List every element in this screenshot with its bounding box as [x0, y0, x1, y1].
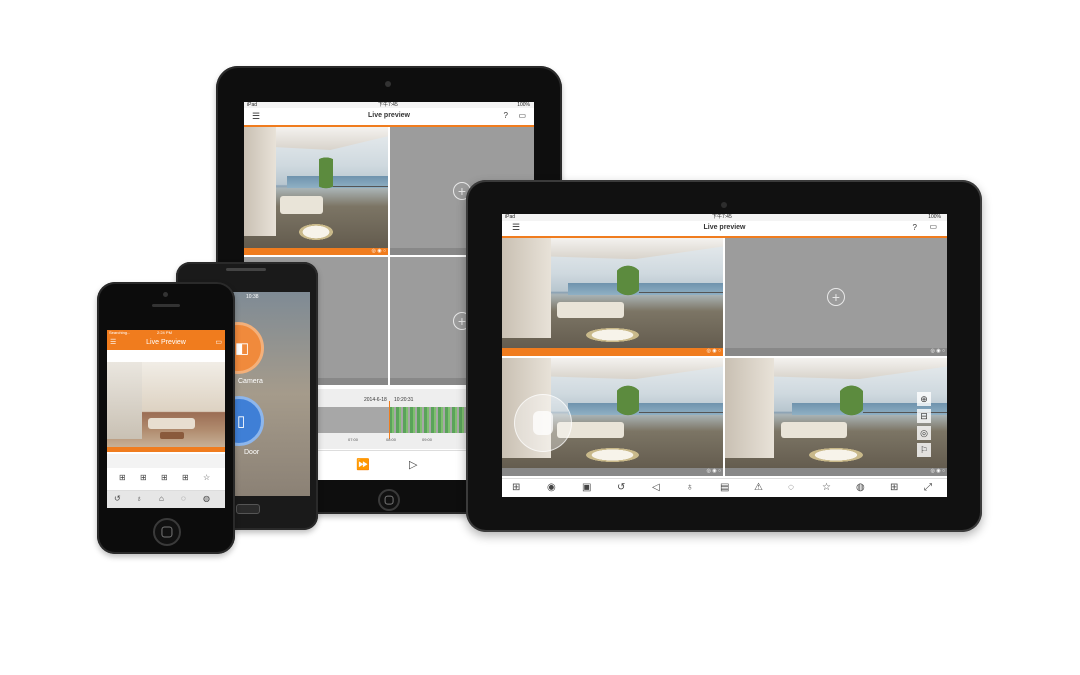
header-bar: ☰ Live preview ? ▭: [244, 108, 534, 127]
favorite-icon[interactable]: ☆: [822, 482, 831, 493]
fullscreen-icon[interactable]: ⤢: [924, 482, 932, 493]
camera-icon: ◧: [235, 340, 250, 357]
tablet-device: iPad 下午7:45 100% ☰ Live preview ? ▭ ◎ ◉ …: [466, 180, 982, 532]
camera-list-icon[interactable]: ▭: [929, 222, 937, 231]
play-icon[interactable]: ▷: [409, 458, 417, 471]
lock-icon[interactable]: ⌂: [159, 494, 164, 503]
joystick-knob[interactable]: [533, 411, 553, 435]
door-label: Door: [244, 449, 260, 456]
iphone-screen: Searching... 2:24 PM ☰ Live Preview ▭ ⊞ …: [107, 330, 225, 508]
video-cell-4[interactable]: ⊕ ⊟ ◎ ⚐ ◎ ◉ ○: [725, 358, 947, 476]
focus-icon[interactable]: ◎: [917, 426, 931, 440]
tick-label: 08:00: [386, 437, 397, 442]
android-screen: 10:38 ◧ Camera ▯ Door: [232, 292, 310, 496]
alarm-icon[interactable]: ⚠: [754, 482, 763, 493]
bottom-toolbar: ⊞ ◉ ▣ ↺ ◁ ♁ ▤ ⚠ ◌ ☆ ◍ ⊞ ⤢: [502, 478, 947, 497]
ptz-side-controls: ⊕ ⊟ ◎ ⚐: [917, 390, 933, 460]
layout-16-icon[interactable]: ⊞: [182, 473, 189, 482]
timeline-date: 2014-6-18: [364, 397, 387, 403]
layout-9-icon[interactable]: ⊞: [161, 473, 168, 482]
picture-icon[interactable]: ▤: [720, 482, 729, 493]
layout-toolbar: ⊞ ⊞ ⊞ ⊞ ☆: [107, 470, 225, 488]
iris-icon[interactable]: ⚐: [917, 443, 931, 457]
ptz-joystick[interactable]: [514, 394, 572, 452]
zoom-out-icon[interactable]: ⊟: [917, 409, 931, 423]
timeline-time: 10:20:31: [394, 397, 414, 403]
playback-icon[interactable]: ↺: [617, 482, 625, 493]
header-bar: ☰ Live preview ? ▭: [502, 221, 947, 238]
add-camera-icon[interactable]: +: [827, 288, 845, 306]
video-cell-3[interactable]: ◎ ◉ ○: [502, 358, 723, 476]
camera-list-icon[interactable]: ▭: [518, 111, 526, 120]
status-bar: iPad 下午7:45 100%: [502, 214, 947, 221]
microphone-icon[interactable]: ♁: [686, 482, 694, 493]
ptz-icon[interactable]: ◌: [788, 482, 794, 493]
help-icon[interactable]: ?: [504, 111, 508, 120]
record-icon[interactable]: ▣: [582, 482, 591, 493]
clock-label: 10:38: [246, 294, 259, 300]
tick-label: 09:00: [422, 437, 433, 442]
video-cell-1[interactable]: ◎ ◉ ○: [244, 127, 388, 255]
door-icon: ▯: [237, 413, 246, 430]
control-toolbar: ↺ ♁ ⌂ ◌ ◍: [107, 490, 225, 508]
carrier-label: iPad: [505, 214, 516, 220]
help-icon[interactable]: ?: [913, 223, 917, 232]
page-title: Live preview: [703, 224, 746, 231]
playback-icon[interactable]: ↺: [114, 494, 121, 503]
page-title: Live Preview: [146, 339, 186, 346]
battery-label: 100%: [928, 214, 941, 220]
iphone-device: Searching... 2:24 PM ☰ Live Preview ▭ ⊞ …: [97, 282, 235, 554]
video-cell-1[interactable]: ◎ ◉ ○: [502, 238, 723, 356]
home-button[interactable]: [153, 518, 181, 546]
door-menu-button[interactable]: ▯: [232, 396, 264, 446]
video-cell-2[interactable]: + ◎ ◉ ○: [725, 238, 947, 356]
layout-icon[interactable]: ⊞: [512, 482, 520, 493]
split-icon[interactable]: ⊞: [890, 482, 898, 493]
layout-1-icon[interactable]: ⊞: [119, 473, 126, 482]
header-bar: ☰ Live Preview ▭: [107, 336, 225, 350]
camera-label: Camera: [238, 378, 263, 385]
star-icon[interactable]: ☆: [203, 473, 210, 482]
ptz-icon[interactable]: ◌: [181, 494, 186, 503]
zoom-in-icon[interactable]: ⊕: [917, 392, 931, 406]
cell-info-bar: [107, 454, 225, 468]
layout-4-icon[interactable]: ⊞: [140, 473, 147, 482]
microphone-icon[interactable]: ♁: [136, 494, 142, 503]
color-icon[interactable]: ◍: [203, 494, 210, 503]
clock-label: 下午7:45: [712, 214, 732, 220]
tablet-screen: iPad 下午7:45 100% ☰ Live preview ? ▭ ◎ ◉ …: [502, 214, 947, 497]
camera-menu-button[interactable]: ◧: [232, 322, 264, 374]
home-button[interactable]: [236, 504, 260, 514]
speaker-icon[interactable]: ◁: [652, 482, 660, 493]
fast-forward-icon[interactable]: ⏩: [356, 458, 370, 471]
video-cell-1[interactable]: [107, 362, 225, 452]
home-button[interactable]: [378, 489, 400, 511]
tick-label: 07:00: [348, 437, 359, 442]
color-icon[interactable]: ◍: [856, 482, 865, 493]
page-title: Live preview: [367, 112, 411, 119]
snapshot-icon[interactable]: ◉: [547, 482, 556, 493]
camera-list-icon[interactable]: ▭: [215, 338, 222, 346]
